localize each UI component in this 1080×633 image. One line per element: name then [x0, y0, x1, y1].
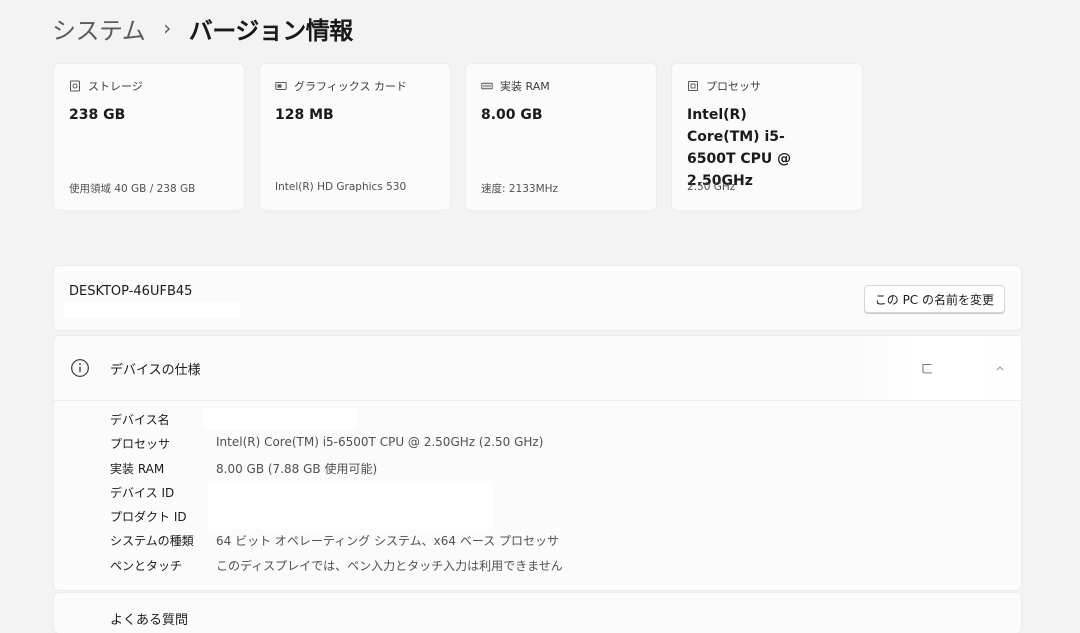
spec-value: このディスプレイでは、ペン入力とタッチ入力は利用できません [216, 558, 563, 573]
storage-label: ストレージ [88, 80, 143, 93]
redacted-area [204, 408, 356, 430]
spec-label: 実装 RAM [110, 461, 165, 476]
spec-label: デバイス ID [110, 485, 175, 500]
processor-card: プロセッサ Intel(R) Core(TM) i5-6500T CPU @ 2… [672, 64, 862, 210]
graphics-card-icon [275, 82, 287, 90]
processor-icon [688, 81, 698, 91]
spec-rows: デバイス名 プロセッサ Intel(R) Core(TM) i5-6500T C… [110, 408, 990, 578]
info-icon [71, 359, 89, 377]
spec-row-device-name: デバイス名 [110, 408, 990, 432]
device-specs-title: デバイスの仕様 [110, 363, 201, 378]
device-hostname: DESKTOP-46UFB45 [69, 284, 193, 299]
ram-speed: 速度: 2133MHz [481, 183, 559, 195]
storage-icon [70, 80, 80, 92]
chevron-right-icon: › [163, 16, 171, 40]
ram-label: 実装 RAM [500, 80, 550, 93]
faq-panel[interactable]: よくある質問 [54, 593, 1021, 633]
spec-row-system-type: システムの種類 64 ビット オペレーティング システム、x64 ベース プロセ… [110, 529, 990, 553]
breadcrumb: システム › バージョン情報 [52, 10, 353, 46]
processor-speed: 2.50 GHz [687, 181, 736, 193]
device-specs-header[interactable]: デバイスの仕様 ㄈ [54, 336, 1021, 401]
graphics-card-value: 128 MB [275, 107, 334, 123]
ram-value: 8.00 GB [481, 107, 543, 123]
processor-value: Intel(R) Core(TM) i5-6500T CPU @ 2.50GHz [687, 107, 792, 189]
breadcrumb-parent-system[interactable]: システム [52, 11, 146, 46]
spec-row-pen-touch: ペンとタッチ このディスプレイでは、ペン入力とタッチ入力は利用できません [110, 554, 990, 578]
storage-card: ストレージ 238 GB 使用領域 40 GB / 238 GB [54, 64, 244, 210]
ram-card: 実装 RAM 8.00 GB 速度: 2133MHz [466, 64, 656, 210]
storage-usage: 使用領域 40 GB / 238 GB [69, 183, 196, 195]
spec-row-ram: 実装 RAM 8.00 GB (7.88 GB 使用可能) [110, 457, 990, 481]
spec-label: デバイス名 [110, 413, 170, 427]
rename-pc-button[interactable]: この PC の名前を変更 [863, 285, 1005, 313]
device-name-panel: DESKTOP-46UFB45 この PC の名前を変更 [54, 266, 1021, 330]
spec-label: システムの種類 [110, 534, 194, 549]
spec-label: プロセッサ [110, 437, 171, 452]
spec-label: ペンとタッチ [110, 558, 183, 573]
redacted-area [64, 302, 240, 318]
page-title: バージョン情報 [188, 16, 354, 45]
spec-value: 8.00 GB (7.88 GB 使用可能) [216, 461, 378, 476]
storage-value: 238 GB [69, 107, 126, 123]
spec-row-processor: プロセッサ Intel(R) Core(TM) i5-6500T CPU @ 2… [110, 432, 990, 456]
spec-value: 64 ビット オペレーティング システム、x64 ベース プロセッサ [216, 534, 560, 549]
spec-row-device-id: デバイス ID [110, 480, 990, 529]
graphics-card-label: グラフィックス カード [294, 80, 407, 93]
spec-row-product-id: プロダクト ID [110, 505, 990, 529]
device-specs-section: デバイスの仕様 ㄈ デバイス名 プロセッサ Intel(R) Core(TM) … [54, 336, 1021, 590]
graphics-card-model: Intel(R) HD Graphics 530 [275, 181, 407, 193]
chevron-up-icon[interactable] [996, 365, 1004, 371]
graphics-card-card: グラフィックス カード 128 MB Intel(R) HD Graphics … [260, 64, 450, 210]
spec-label: プロダクト ID [110, 510, 187, 525]
copy-button[interactable]: ㄈ [921, 360, 933, 377]
processor-label: プロセッサ [706, 80, 761, 93]
spec-value: Intel(R) Core(TM) i5-6500T CPU @ 2.50GHz… [216, 435, 544, 450]
ram-icon [481, 82, 493, 90]
